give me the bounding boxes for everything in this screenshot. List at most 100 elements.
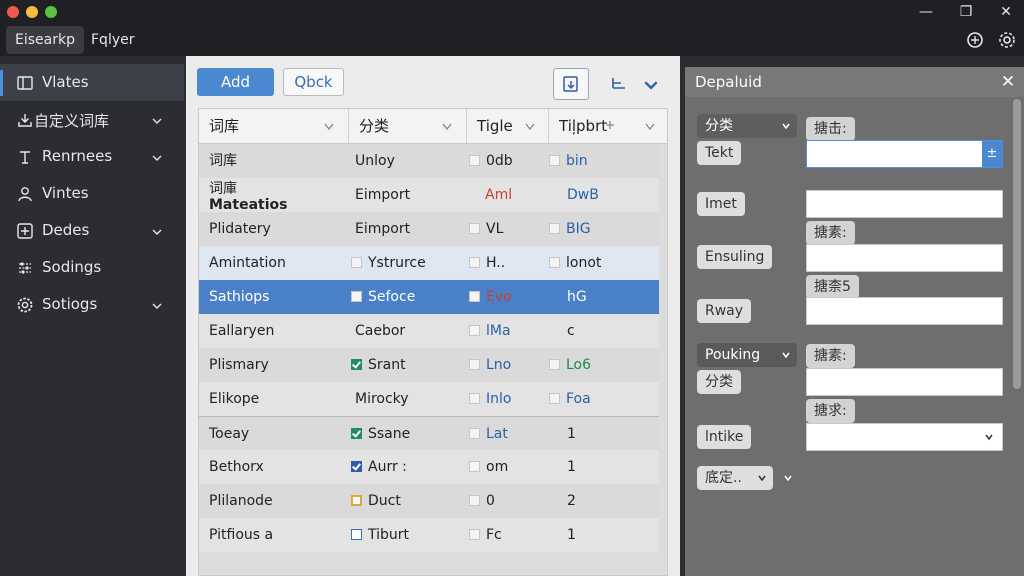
menu-item-fqlyer[interactable]: Fqlyer [82,26,143,54]
table-row[interactable]: Elikope Mirocky Inlo Foa [199,382,659,416]
column-header-category[interactable]: 分类 [349,109,467,143]
chevron-down-icon[interactable] [151,150,163,162]
row-checkbox[interactable] [469,155,480,166]
sort-icon[interactable] [609,74,629,94]
row-checkbox[interactable] [469,257,480,268]
field-label-category: 分类 [697,370,741,394]
plus-icon[interactable] [605,120,615,130]
qbck-button[interactable]: Qbck [283,68,344,96]
sidebar-item-label: Sodings [42,258,102,276]
table-row[interactable]: Plismary Srant Lno Lo6 [199,348,659,382]
ensuling-input[interactable] [806,244,1003,272]
minimize-traffic-light[interactable] [26,6,38,18]
row-checkbox[interactable] [351,529,362,540]
table-cell: Ssane [368,426,411,442]
row-checkbox[interactable] [549,393,560,404]
table-row[interactable]: Sathiops Sefoce Evo hG [199,280,659,314]
row-checkbox[interactable] [549,155,560,166]
increment-button[interactable]: ± [982,141,1002,167]
import-button[interactable] [553,68,589,100]
panel-title: Depaluid [695,73,762,91]
lntike-select[interactable] [806,423,1003,451]
row-checkbox[interactable] [469,393,480,404]
column-header-dictionary[interactable]: 词库 [199,109,349,143]
chevron-down-icon[interactable] [151,224,163,236]
column-header-tipbrt[interactable]: Tiļpbrt [549,109,667,143]
row-checkbox[interactable] [549,257,560,268]
row-checkbox[interactable] [351,461,362,472]
row-checkbox[interactable] [469,359,480,370]
table-cell: Caebor [355,323,406,339]
row-checkbox[interactable] [469,223,480,234]
table-row[interactable]: Eallaryen Caebor lMa c [199,314,659,348]
table-cell: hG [567,289,587,305]
menu-item-eisearkp[interactable]: Eisearkp [6,26,84,54]
row-checkbox[interactable] [351,359,362,370]
imet-input[interactable] [806,190,1003,218]
add-circle-icon[interactable] [965,30,985,50]
sidebar-item-vintes[interactable]: Vintes [0,175,184,212]
table-row[interactable]: Pitfious a Tiburt Fc 1 [199,518,659,552]
column-header-tigle[interactable]: Tigle [467,109,549,143]
chevron-down-icon [442,123,452,130]
table-cell: Plidatery [209,221,271,237]
row-checkbox[interactable] [351,257,362,268]
pouking-dropdown[interactable]: Pouking [697,343,797,367]
close-traffic-light[interactable] [7,6,19,18]
row-checkbox[interactable] [549,359,560,370]
confirm-dropdown[interactable]: 底定.. [697,466,773,490]
sidebar-item-custom-dictionary[interactable]: 自定义词库 [0,101,184,138]
plus-square-icon [16,222,34,240]
row-checkbox[interactable] [469,461,480,472]
table-row[interactable]: Plilanode Duct 0 2 [199,484,659,518]
row-checkbox[interactable] [351,291,362,302]
chevron-down-icon[interactable] [151,113,163,125]
row-checkbox[interactable] [469,291,480,302]
row-checkbox[interactable] [549,223,560,234]
chevron-down-icon[interactable] [783,473,793,483]
panel-scrollbar[interactable] [1013,99,1021,389]
rway-input[interactable] [806,297,1003,325]
table-cell: Pitfious a [209,527,274,543]
table-row[interactable]: Toeay Ssane Lat 1 [199,416,659,451]
row-checkbox[interactable] [351,495,362,506]
table-row[interactable]: 词庫 Mateatios Eimport Aml DwB [199,178,659,213]
table-row[interactable]: Amintation Ystrurce H.. lonot [199,246,659,280]
field-label-tekt: Tekt [697,141,742,165]
minimize-button[interactable]: — [915,2,937,22]
table-cell: Evo [486,289,512,305]
settings-icon[interactable] [997,30,1017,50]
table-row[interactable]: Plidatery Eimport VL BIG [199,212,659,246]
category-input[interactable] [806,368,1003,396]
close-button[interactable]: ✕ [995,2,1017,22]
download-tray-icon [16,111,34,129]
field-label-lntike: lntike [697,425,752,449]
row-checkbox[interactable] [469,428,480,439]
tekt-input[interactable]: ± [806,140,1003,168]
table-cell: H.. [486,255,506,271]
row-checkbox[interactable] [469,529,480,540]
sidebar-item-renrnees[interactable]: Renrnees [0,138,184,175]
chevron-down-icon[interactable] [151,298,163,310]
table-cell: Fc [486,527,502,543]
category-dropdown[interactable]: 分类 [697,114,797,138]
chevron-down-icon[interactable] [641,75,661,95]
sidebar-item-sodings[interactable]: Sodings [0,249,184,286]
sidebar-item-dedes[interactable]: Dedes [0,212,184,249]
panel-close-button[interactable]: ✕ [998,72,1018,92]
sidebar-item-label: Vintes [42,184,89,202]
restore-button[interactable]: ❐ [955,2,977,22]
table-cell: Aml [485,187,513,203]
chevron-down-icon [525,123,535,130]
tag-label: 搪素: [806,221,855,245]
row-checkbox[interactable] [469,325,480,336]
sidebar-item-vlates[interactable]: Vlates [0,64,184,101]
row-checkbox[interactable] [351,428,362,439]
zoom-traffic-light[interactable] [45,6,57,18]
sidebar-item-sotiogs[interactable]: Sotiogs [0,286,184,323]
table-row[interactable]: 词库 Unloy 0db bin [199,144,659,178]
table-row[interactable]: Bethorx Aurr : om 1 [199,450,659,484]
row-checkbox[interactable] [469,495,480,506]
tag-label: 搪击: [806,117,855,141]
add-button[interactable]: Add [197,68,274,96]
